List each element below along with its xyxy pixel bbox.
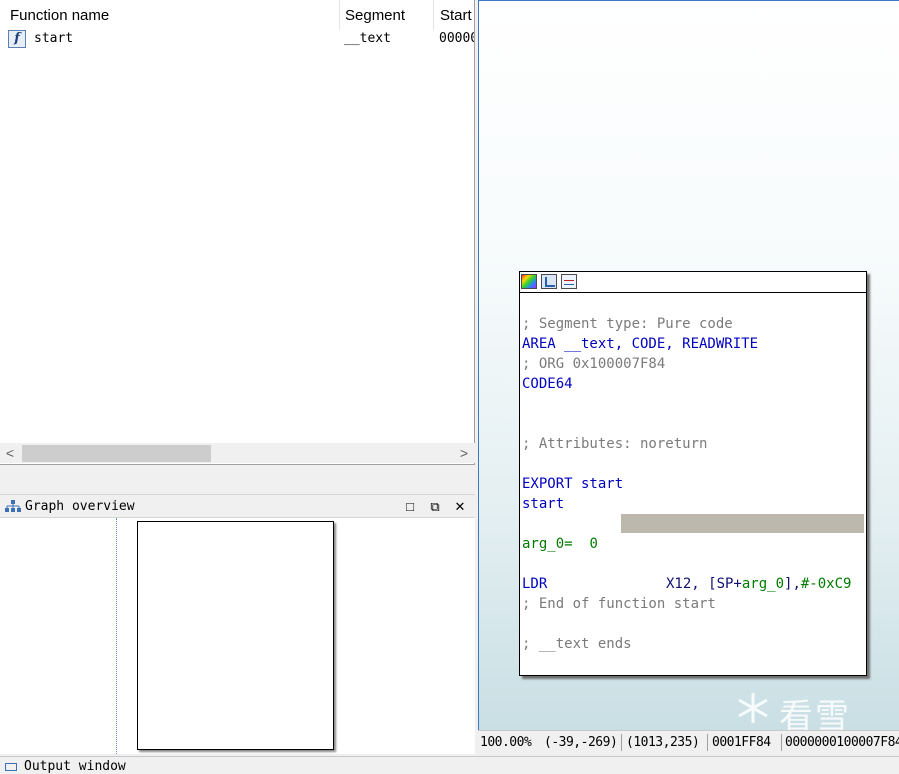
graph-status-bar: 100.00% (-39,-269) (1013,235) 0001FF84 0…	[478, 730, 899, 754]
watermark-logo-icon	[738, 693, 768, 723]
graph-overview-titlebar: Graph overview □ ⧉ ✕	[0, 494, 475, 518]
graph-view[interactable]: ; Segment type: Pure code AREA __text, C…	[478, 0, 899, 730]
status-divider	[621, 734, 622, 751]
graph-overview-title: Graph overview	[25, 499, 135, 514]
scroll-right-arrow-icon[interactable]: >	[455, 443, 473, 463]
stack-var-value: 0	[589, 536, 598, 552]
overview-guide-line	[116, 518, 117, 754]
stack-var-name: arg_0=	[522, 536, 590, 552]
scroll-left-arrow-icon[interactable]: <	[1, 443, 19, 463]
mnemonic: LDR	[522, 576, 548, 592]
graph-overview-canvas[interactable]	[0, 518, 475, 754]
scrollbar-thumb[interactable]	[22, 445, 211, 462]
start-address-cell: 00000	[439, 31, 474, 46]
column-divider[interactable]	[339, 0, 340, 30]
disasm-line[interactable]: CODE64	[522, 374, 573, 394]
status-divider	[781, 734, 782, 751]
disasm-line[interactable]: EXPORT start	[522, 474, 623, 494]
output-window-title: Output window	[24, 759, 126, 774]
operand-register: X12, [SP+	[666, 576, 742, 592]
segment-cell: __text	[344, 31, 391, 46]
color-palette-icon[interactable]	[521, 274, 537, 289]
current-address: 0000000100007F84	[785, 735, 899, 750]
disasm-line[interactable]: ; Segment type: Pure code	[522, 314, 733, 334]
disasm-line[interactable]: ; __text ends	[522, 634, 632, 654]
column-header-start[interactable]: Start	[440, 0, 474, 30]
node-titlebar	[520, 272, 866, 293]
file-offset: 0001FF84	[712, 735, 771, 750]
function-name-cell: start	[34, 31, 74, 46]
disasm-instruction[interactable]: LDR X12, [SP+arg_0],#-0xC9	[522, 574, 851, 594]
edit-name-icon[interactable]	[541, 274, 557, 289]
zoom-level: 100.00%	[480, 735, 532, 750]
close-icon[interactable]: ✕	[450, 495, 470, 519]
column-divider[interactable]	[433, 0, 434, 30]
operand-immediate: #-0xC9	[800, 576, 852, 592]
mouse-position: (-39,-269)	[544, 735, 618, 750]
output-window-icon	[5, 763, 17, 771]
graph-overview-icon	[5, 500, 21, 512]
graph-toggle-icon[interactable]	[561, 274, 577, 289]
operands: X12, [SP+arg_0],#-0xC9	[666, 574, 851, 594]
functions-table-header: Function name Segment Start	[0, 0, 475, 30]
disasm-line[interactable]: ; End of function start	[522, 594, 716, 614]
highlight-bar	[621, 514, 864, 533]
functions-pane: Function name Segment Start f start __te…	[0, 0, 475, 465]
disasm-line[interactable]: arg_0= 0	[522, 534, 598, 554]
disasm-line[interactable]: AREA __text, CODE, READWRITE	[522, 334, 758, 354]
status-divider	[707, 734, 708, 751]
disasm-line[interactable]: ; ORG 0x100007F84	[522, 354, 665, 374]
graph-position: (1013,235)	[626, 735, 700, 750]
operand-separator: ],	[784, 576, 801, 592]
column-header-function-name[interactable]: Function name	[10, 0, 335, 30]
operand-variable[interactable]: arg_0	[742, 576, 784, 592]
overview-viewport-frame[interactable]	[137, 521, 334, 750]
output-window-titlebar[interactable]: Output window	[0, 756, 899, 774]
code-block-node[interactable]: ; Segment type: Pure code AREA __text, C…	[519, 271, 867, 676]
horizontal-scrollbar[interactable]: < >	[0, 443, 475, 463]
disasm-line[interactable]: ; Attributes: noreturn	[522, 434, 707, 454]
disasm-label-start[interactable]: start	[522, 494, 564, 514]
restore-icon[interactable]: ⧉	[425, 495, 445, 519]
function-icon: f	[8, 30, 26, 48]
watermark-text: 看雪	[779, 698, 851, 730]
maximize-icon[interactable]: □	[400, 495, 420, 519]
column-header-segment[interactable]: Segment	[345, 0, 430, 30]
